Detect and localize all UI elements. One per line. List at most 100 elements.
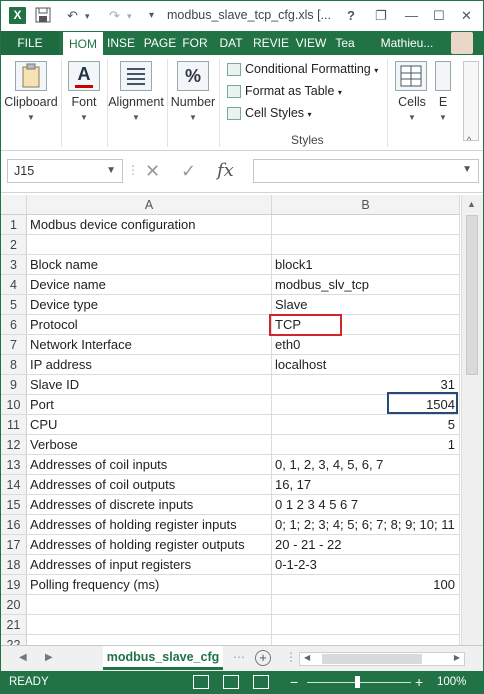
cell-b[interactable]: 31 xyxy=(272,375,460,395)
page-break-view-icon[interactable] xyxy=(253,675,269,689)
row-header[interactable]: 2 xyxy=(1,235,27,255)
tab-data[interactable]: DAT xyxy=(215,31,247,55)
quick-access-customize-icon[interactable]: ▾ xyxy=(149,7,154,25)
cell-a[interactable]: Network Interface xyxy=(27,335,272,355)
formula-input[interactable]: ▼ xyxy=(253,159,479,183)
cell-b[interactable]: 20 - 21 - 22 xyxy=(272,535,460,555)
previous-sheet-icon[interactable]: ◀ xyxy=(19,652,27,663)
cell-a[interactable] xyxy=(27,235,272,255)
vertical-scrollbar[interactable]: ▲ xyxy=(461,195,483,645)
save-icon[interactable] xyxy=(35,7,51,25)
cells-group[interactable]: Cells ▼ xyxy=(391,55,433,151)
cell-b[interactable] xyxy=(272,235,460,255)
scroll-up-icon[interactable]: ▲ xyxy=(467,199,476,209)
close-button[interactable]: ✕ xyxy=(461,7,472,25)
tab-file[interactable]: FILE xyxy=(1,31,59,55)
row-header[interactable]: 5 xyxy=(1,295,27,315)
cell-a[interactable]: Slave ID xyxy=(27,375,272,395)
cell-b[interactable]: 16, 17 xyxy=(272,475,460,495)
sheet-tab-modbus-slave-cfg[interactable]: modbus_slave_cfg xyxy=(103,646,223,670)
cell-b[interactable] xyxy=(272,595,460,615)
row-header[interactable]: 11 xyxy=(1,415,27,435)
cell-a[interactable]: Polling frequency (ms) xyxy=(27,575,272,595)
cell-a[interactable]: Addresses of holding register outputs xyxy=(27,535,272,555)
cell-b[interactable]: modbus_slv_tcp xyxy=(272,275,460,295)
zoom-slider-thumb[interactable] xyxy=(355,676,360,688)
row-header[interactable]: 4 xyxy=(1,275,27,295)
help-button[interactable]: ? xyxy=(347,7,355,25)
enter-icon[interactable]: ✓ xyxy=(181,159,196,183)
zoom-out-button[interactable]: − xyxy=(290,674,298,690)
tab-insert[interactable]: INSE xyxy=(103,31,139,55)
name-box-dropdown-icon[interactable]: ▼ xyxy=(106,160,116,182)
insert-function-button[interactable]: fx xyxy=(217,159,234,183)
cell-a[interactable] xyxy=(27,615,272,635)
redo-icon[interactable]: ↷ xyxy=(109,7,120,25)
tab-page-layout[interactable]: PAGE xyxy=(141,31,179,55)
select-all-corner[interactable] xyxy=(1,195,27,215)
row-header[interactable]: 14 xyxy=(1,475,27,495)
clipboard-group[interactable]: Clipboard ▼ xyxy=(3,55,59,151)
cell-a[interactable]: Addresses of input registers xyxy=(27,555,272,575)
name-box[interactable]: J15 ▼ xyxy=(7,159,123,183)
cell-a[interactable]: Port xyxy=(27,395,272,415)
scroll-right-icon[interactable]: ▶ xyxy=(454,653,460,662)
minimize-button[interactable]: — xyxy=(405,7,418,25)
row-header[interactable]: 9 xyxy=(1,375,27,395)
cell-a[interactable]: Device type xyxy=(27,295,272,315)
cell-a[interactable]: Modbus device configuration xyxy=(27,215,272,235)
conditional-formatting-button[interactable]: Conditional Formatting ▾ xyxy=(227,59,378,79)
row-header[interactable]: 16 xyxy=(1,515,27,535)
alignment-group[interactable]: Alignment ▼ xyxy=(107,55,165,151)
cell-b[interactable]: 0, 1, 2, 3, 4, 5, 6, 7 xyxy=(272,455,460,475)
tab-team[interactable]: Tea xyxy=(331,31,359,55)
cell-b[interactable]: 100 xyxy=(272,575,460,595)
maximize-button[interactable]: ☐ xyxy=(433,7,445,25)
row-header[interactable]: 12 xyxy=(1,435,27,455)
next-sheet-icon[interactable]: ▶ xyxy=(45,652,53,663)
zoom-in-button[interactable]: + xyxy=(415,674,423,690)
tab-view[interactable]: VIEW xyxy=(293,31,329,55)
collapse-ribbon-icon[interactable]: ^ xyxy=(467,135,471,145)
page-layout-view-icon[interactable] xyxy=(223,675,239,689)
horizontal-scrollbar[interactable]: ◀ ▶ xyxy=(299,652,465,666)
cell-b[interactable]: TCP xyxy=(272,315,460,335)
row-header[interactable]: 6 xyxy=(1,315,27,335)
user-account-name[interactable]: Mathieu... xyxy=(369,31,445,55)
row-header[interactable]: 20 xyxy=(1,595,27,615)
ribbon-scroll-button[interactable] xyxy=(463,61,479,141)
row-header[interactable]: 13 xyxy=(1,455,27,475)
format-as-table-button[interactable]: Format as Table ▾ xyxy=(227,81,342,101)
horizontal-scrollbar-thumb[interactable] xyxy=(322,654,422,664)
zoom-level[interactable]: 100% xyxy=(437,676,466,688)
row-header[interactable]: 21 xyxy=(1,615,27,635)
font-group[interactable]: A Font ▼ xyxy=(63,55,105,151)
scrollbar-thumb[interactable] xyxy=(466,215,478,375)
scroll-left-icon[interactable]: ◀ xyxy=(304,653,310,662)
cell-b[interactable]: 0; 1; 2; 3; 4; 5; 6; 7; 8; 9; 10; 11 xyxy=(272,515,460,535)
cell-b[interactable] xyxy=(272,615,460,635)
row-header[interactable]: 19 xyxy=(1,575,27,595)
cell-a[interactable]: Protocol xyxy=(27,315,272,335)
cell-b[interactable]: 0 1 2 3 4 5 6 7 xyxy=(272,495,460,515)
column-header-a[interactable]: A xyxy=(27,195,272,215)
tab-home[interactable]: HOM xyxy=(63,31,103,55)
cell-b[interactable]: block1 xyxy=(272,255,460,275)
cell-styles-button[interactable]: Cell Styles ▾ xyxy=(227,103,312,123)
undo-icon[interactable]: ↶ xyxy=(67,7,78,25)
new-sheet-button[interactable]: + xyxy=(255,650,271,666)
editing-group[interactable]: E ▼ xyxy=(433,55,453,151)
tab-review[interactable]: REVIE xyxy=(251,31,291,55)
ribbon-display-options-button[interactable]: ❐ xyxy=(375,7,387,25)
row-header[interactable]: 17 xyxy=(1,535,27,555)
cell-b[interactable]: 0-1-2-3 xyxy=(272,555,460,575)
cell-b[interactable]: 5 xyxy=(272,415,460,435)
cell-a[interactable]: CPU xyxy=(27,415,272,435)
cell-b[interactable]: eth0 xyxy=(272,335,460,355)
column-header-b[interactable]: B xyxy=(272,195,460,215)
row-header[interactable]: 18 xyxy=(1,555,27,575)
sheet-tab-overflow-icon[interactable]: ⋯ xyxy=(233,650,245,664)
cell-a[interactable]: Addresses of coil outputs xyxy=(27,475,272,495)
row-header[interactable]: 8 xyxy=(1,355,27,375)
tab-formulas[interactable]: FOR xyxy=(179,31,211,55)
